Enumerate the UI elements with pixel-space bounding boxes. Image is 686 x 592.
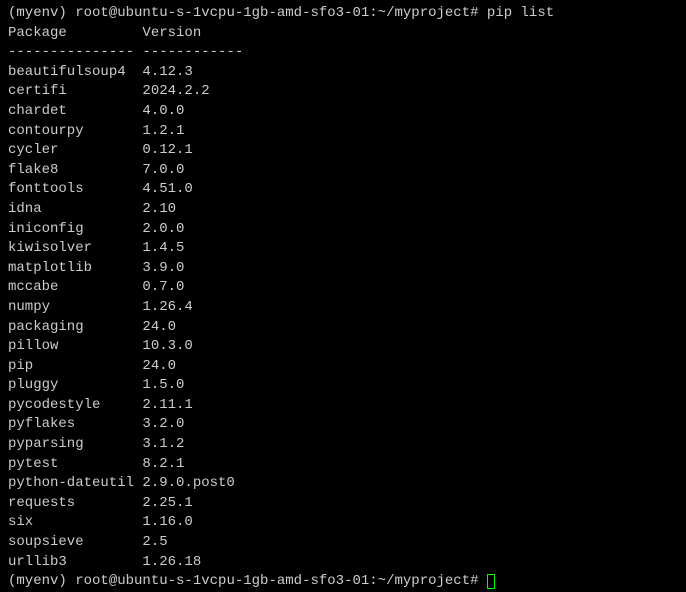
table-row: pytest 8.2.1 [8, 455, 243, 475]
package-name: pip [8, 357, 142, 377]
package-name: numpy [8, 298, 142, 318]
package-name: pluggy [8, 376, 142, 396]
package-version: 1.26.18 [142, 553, 243, 573]
table-row: numpy 1.26.4 [8, 298, 243, 318]
package-name: chardet [8, 102, 142, 122]
table-row: cycler 0.12.1 [8, 141, 243, 161]
table-row: six 1.16.0 [8, 513, 243, 533]
header-version: Version [142, 24, 243, 44]
package-version: 2.9.0.post0 [142, 474, 243, 494]
package-name: pycodestyle [8, 396, 142, 416]
table-row: pyparsing 3.1.2 [8, 435, 243, 455]
table-row: pillow 10.3.0 [8, 337, 243, 357]
table-row: fonttools 4.51.0 [8, 180, 243, 200]
package-name: requests [8, 494, 142, 514]
package-name: pyparsing [8, 435, 142, 455]
package-name: flake8 [8, 161, 142, 181]
table-row: contourpy 1.2.1 [8, 122, 243, 142]
package-name: kiwisolver [8, 239, 142, 259]
sep-version: ------------ [142, 43, 243, 63]
package-version: 2024.2.2 [142, 82, 243, 102]
package-version: 2.0.0 [142, 220, 243, 240]
table-row: certifi 2024.2.2 [8, 82, 243, 102]
table-row: mccabe 0.7.0 [8, 278, 243, 298]
table-row: beautifulsoup4 4.12.3 [8, 63, 243, 83]
cursor-icon [487, 574, 495, 589]
package-name: packaging [8, 318, 142, 338]
package-version: 3.1.2 [142, 435, 243, 455]
package-version: 0.12.1 [142, 141, 243, 161]
table-row: pycodestyle 2.11.1 [8, 396, 243, 416]
package-name: python-dateutil [8, 474, 142, 494]
sep-package: --------------- [8, 43, 142, 63]
prompt-hash: # [470, 573, 478, 589]
package-version: 4.12.3 [142, 63, 243, 83]
package-name: soupsieve [8, 533, 142, 553]
table-row: chardet 4.0.0 [8, 102, 243, 122]
prompt-hash: # [470, 5, 478, 21]
package-version: 1.2.1 [142, 122, 243, 142]
package-version: 1.5.0 [142, 376, 243, 396]
package-version: 2.11.1 [142, 396, 243, 416]
table-row: requests 2.25.1 [8, 494, 243, 514]
package-version: 10.3.0 [142, 337, 243, 357]
package-name: pytest [8, 455, 142, 475]
package-name: mccabe [8, 278, 142, 298]
cwd-path: ~/myproject [378, 5, 470, 21]
package-name: six [8, 513, 142, 533]
venv-indicator: (myenv) [8, 573, 67, 589]
table-header-row: Package Version [8, 24, 243, 44]
command-text: pip list [487, 5, 554, 21]
package-name: matplotlib [8, 259, 142, 279]
header-package: Package [8, 24, 142, 44]
package-version: 2.5 [142, 533, 243, 553]
terminal-output[interactable]: (myenv) root@ubuntu-s-1vcpu-1gb-amd-sfo3… [8, 4, 678, 592]
cwd-path: ~/myproject [378, 573, 470, 589]
table-row: matplotlib 3.9.0 [8, 259, 243, 279]
package-version: 24.0 [142, 318, 243, 338]
package-version: 7.0.0 [142, 161, 243, 181]
package-name: contourpy [8, 122, 142, 142]
package-name: pyflakes [8, 415, 142, 435]
table-row: pluggy 1.5.0 [8, 376, 243, 396]
table-row: soupsieve 2.5 [8, 533, 243, 553]
table-row: pip 24.0 [8, 357, 243, 377]
table-separator-row: --------------- ------------ [8, 43, 243, 63]
prompt-line-2: (myenv) root@ubuntu-s-1vcpu-1gb-amd-sfo3… [8, 572, 678, 592]
user-host: root@ubuntu-s-1vcpu-1gb-amd-sfo3-01 [75, 5, 369, 21]
table-row: kiwisolver 1.4.5 [8, 239, 243, 259]
package-name: cycler [8, 141, 142, 161]
package-name: certifi [8, 82, 142, 102]
venv-indicator: (myenv) [8, 5, 67, 21]
user-host: root@ubuntu-s-1vcpu-1gb-amd-sfo3-01 [75, 573, 369, 589]
package-name: idna [8, 200, 142, 220]
package-version: 8.2.1 [142, 455, 243, 475]
package-table: Package Version --------------- --------… [8, 24, 243, 573]
table-row: pyflakes 3.2.0 [8, 415, 243, 435]
package-version: 2.25.1 [142, 494, 243, 514]
table-row: idna 2.10 [8, 200, 243, 220]
prompt-line-1: (myenv) root@ubuntu-s-1vcpu-1gb-amd-sfo3… [8, 4, 678, 24]
table-row: python-dateutil 2.9.0.post0 [8, 474, 243, 494]
table-row: urllib3 1.26.18 [8, 553, 243, 573]
package-version: 0.7.0 [142, 278, 243, 298]
package-name: fonttools [8, 180, 142, 200]
package-name: urllib3 [8, 553, 142, 573]
package-version: 1.4.5 [142, 239, 243, 259]
table-row: flake8 7.0.0 [8, 161, 243, 181]
package-version: 24.0 [142, 357, 243, 377]
table-row: iniconfig 2.0.0 [8, 220, 243, 240]
package-version: 1.16.0 [142, 513, 243, 533]
package-version: 3.9.0 [142, 259, 243, 279]
package-name: pillow [8, 337, 142, 357]
package-name: beautifulsoup4 [8, 63, 142, 83]
package-name: iniconfig [8, 220, 142, 240]
package-version: 3.2.0 [142, 415, 243, 435]
table-row: packaging 24.0 [8, 318, 243, 338]
package-version: 1.26.4 [142, 298, 243, 318]
package-version: 4.51.0 [142, 180, 243, 200]
package-version: 2.10 [142, 200, 243, 220]
package-version: 4.0.0 [142, 102, 243, 122]
